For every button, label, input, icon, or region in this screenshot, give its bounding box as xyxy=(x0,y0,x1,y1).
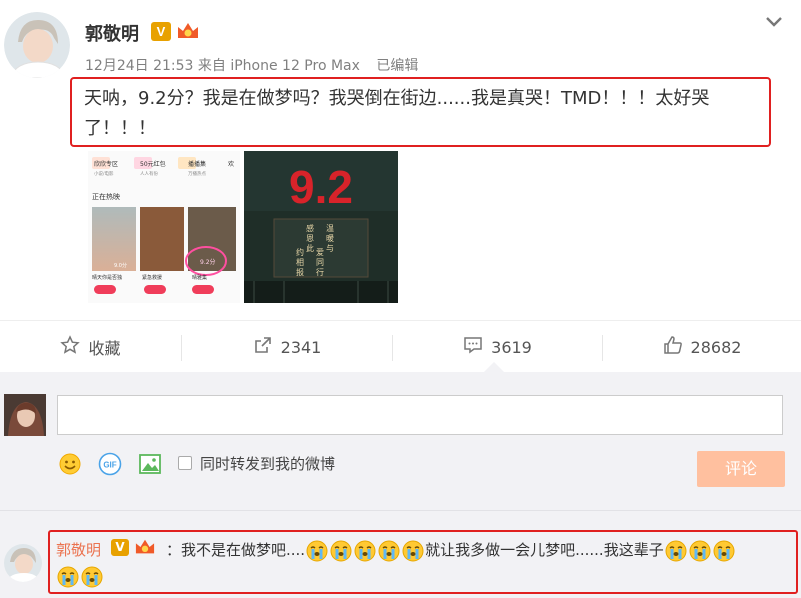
reply-text-middle: 就让我多做一会儿梦吧......我这辈子 xyxy=(425,541,664,559)
crying-face-icon xyxy=(354,540,376,562)
thumbs-up-icon xyxy=(663,335,683,359)
post-timestamp[interactable]: 12月24日 21:53 xyxy=(85,58,193,74)
share-icon xyxy=(253,335,273,359)
movie-rating: 9.2分 xyxy=(200,258,216,266)
repost-count: 2341 xyxy=(280,337,322,357)
favorite-button[interactable]: 收藏 xyxy=(0,321,181,373)
author-avatar[interactable] xyxy=(4,12,70,78)
verified-badge: V xyxy=(151,22,171,41)
comment-icon xyxy=(463,335,483,359)
emoji-icon[interactable] xyxy=(58,452,82,480)
crying-face-icon xyxy=(57,566,79,588)
poster-verse-char: 行 xyxy=(316,267,324,277)
svg-text:GIF: GIF xyxy=(103,461,116,470)
movie-title: 晴雅集 xyxy=(192,274,207,281)
vip-crown-icon xyxy=(134,537,156,561)
poster-verse-char: 爱 xyxy=(316,248,324,257)
movie-rating: 9.0分 xyxy=(114,262,127,269)
action-bar: 收藏 2341 3619 28682 xyxy=(0,320,801,372)
repost-button[interactable]: 2341 xyxy=(182,321,392,373)
comment-panel: GIF 同时转发到我的微博 评论 郭敬明 V ：我不是在做梦吧.... 就让我多做… xyxy=(0,372,801,598)
poster-verse-char: 相 xyxy=(296,257,304,267)
movie-title: 紧急救援 xyxy=(142,274,162,281)
crying-face-icon xyxy=(665,540,687,562)
chevron-down-icon[interactable] xyxy=(764,14,784,33)
poster-verse-char: 报 xyxy=(296,267,304,277)
post-text: 天呐，9.2分？我是在做梦吗？我哭倒在街边......我是真哭！TMD！！！太好… xyxy=(84,88,710,139)
submit-comment-button[interactable]: 评论 xyxy=(697,451,785,487)
crying-face-icon xyxy=(713,540,735,562)
post-meta: 12月24日 21:53 来自 iPhone 12 Pro Max 已编辑 xyxy=(85,55,418,75)
poster-score: 9.2 xyxy=(289,161,353,213)
comment-count: 3619 xyxy=(491,337,532,357)
tab-label: 50元红包 xyxy=(140,160,166,168)
weibo-post: 郭敬明 V 12月24日 21:53 来自 iPhone 12 Pro Max … xyxy=(0,0,801,320)
edited-label[interactable]: 已编辑 xyxy=(376,58,418,74)
post-image-poster[interactable]: 9.2 温 暖 与 爱 同 行 感 恩 此 约 相 报 xyxy=(244,151,398,303)
poster-verse-char: 温 xyxy=(326,224,334,233)
crying-face-icon xyxy=(402,540,424,562)
current-user-avatar[interactable] xyxy=(4,394,46,436)
vip-crown-icon xyxy=(176,20,200,46)
tab-label: 欣欣专区 xyxy=(94,160,118,168)
divider xyxy=(0,510,801,511)
comment-caret xyxy=(484,362,504,372)
crying-face-icon xyxy=(689,540,711,562)
verified-badge: V xyxy=(111,539,129,556)
crying-face-icon xyxy=(330,540,352,562)
like-count: 28682 xyxy=(690,337,742,357)
crying-face-icon xyxy=(378,540,400,562)
reply-text: ：我不是在做梦吧.... 就让我多做一会儿梦吧......我这辈子 xyxy=(166,537,786,564)
poster-verse-char: 同 xyxy=(316,258,324,267)
poster-verse-char: 暖 xyxy=(326,234,334,243)
post-image-app-screenshot[interactable]: 欣欣专区 50元红包 播播集 欢 小说/电影 人人有份 万播热点 正在热映 9.… xyxy=(88,151,240,303)
poster-verse-char: 约 xyxy=(296,247,304,257)
gif-icon[interactable]: GIF xyxy=(98,452,122,480)
tab-label: 播播集 xyxy=(188,160,206,168)
reply-author-avatar[interactable] xyxy=(4,544,42,582)
repost-checkbox[interactable] xyxy=(178,456,192,470)
crying-face-icon xyxy=(81,566,103,588)
reply-author-name[interactable]: 郭敬明 xyxy=(56,539,101,560)
reply-text-line2 xyxy=(56,566,104,588)
post-source: 来自 iPhone 12 Pro Max xyxy=(197,58,360,74)
movie-title: 晴天你是否独 xyxy=(92,274,122,281)
comment-input[interactable] xyxy=(57,395,783,435)
tab-sub: 小说/电影 xyxy=(94,170,114,177)
tab-sub: 万播热点 xyxy=(188,170,206,177)
like-button[interactable]: 28682 xyxy=(603,321,801,373)
poster-verse-char: 恩 xyxy=(306,234,314,243)
repost-option-label[interactable]: 同时转发到我的微博 xyxy=(200,453,335,474)
crying-face-icon xyxy=(306,540,328,562)
star-icon xyxy=(60,335,81,359)
poster-verse-char: 此 xyxy=(306,243,314,253)
tab-sub: 人人有份 xyxy=(140,170,158,177)
section-title: 正在热映 xyxy=(92,192,120,201)
reply-text-prefix: ：我不是在做梦吧.... xyxy=(166,541,306,559)
image-icon[interactable] xyxy=(138,452,162,480)
author-name[interactable]: 郭敬明 xyxy=(85,20,139,46)
poster-verse-char: 感 xyxy=(306,223,314,233)
tab-label: 欢 xyxy=(228,160,234,168)
poster-verse-char: 与 xyxy=(326,244,334,253)
favorite-label: 收藏 xyxy=(88,339,121,358)
